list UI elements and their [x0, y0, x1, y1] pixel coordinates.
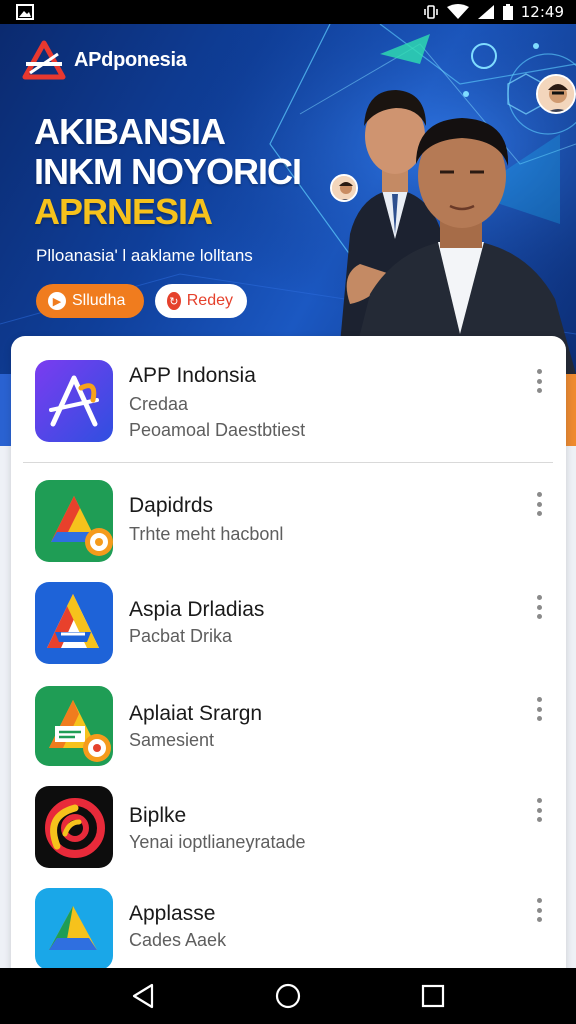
app-subtitle: Samesient [129, 730, 215, 750]
app-title: Dapidrds [129, 494, 214, 517]
home-icon[interactable] [268, 976, 308, 1016]
app-title: Applasse [129, 902, 216, 925]
refresh-icon: ↻ [167, 292, 181, 310]
app-list-item[interactable]: Aspia Drladias Pacbat Drika [11, 582, 566, 682]
headline-line-1: AKIBANSIA [34, 111, 226, 152]
hero-banner[interactable]: APdponesia AKIBANSIA INKM NOYORICI APRNE… [0, 24, 576, 374]
app-subtitle: Pacbat Drika [129, 626, 233, 646]
brand-name: APdponesia [74, 48, 187, 71]
aspia-icon [35, 582, 113, 664]
hero-headline: AKIBANSIA INKM NOYORICI APRNESIA [34, 111, 302, 232]
app-title: Aplaiat Srargn [129, 702, 263, 725]
screen: 12:49 APdponesia AKIBANSIA INKM NOYORICI… [0, 0, 576, 1024]
hero-secondary-button[interactable]: ↻ Redey [155, 284, 247, 318]
brand-logo: APdponesia [22, 40, 187, 80]
more-options-icon[interactable] [531, 695, 547, 723]
aplaiat-icon [35, 686, 113, 768]
hero-person-front [350, 118, 576, 374]
app-subtitle: Trhte meht hacbonl [129, 524, 284, 544]
hero-primary-button-label: Slludha [72, 292, 126, 309]
app-list-item[interactable]: Aplaiat Srargn Samesient [11, 686, 566, 786]
app-subtitle: Cades Aaek [129, 930, 227, 950]
status-bar: 12:49 [0, 0, 576, 24]
app-title: Aspia Drladias [129, 598, 265, 621]
headline-line-2: INKM NOYORICI [34, 151, 302, 192]
app-title: Biplke [129, 804, 187, 827]
applasse-icon [35, 888, 113, 970]
app-title: APP Indonsia [129, 364, 256, 387]
hero-tagline: Plloanasia' l aaklame lolltans [36, 246, 253, 265]
image-icon [16, 4, 34, 20]
app-subtitle: Credaa [129, 394, 189, 414]
app-list-item[interactable]: Biplke Yenai ioptlianeyratade [11, 786, 566, 886]
navigation-bar [0, 968, 576, 1024]
more-options-icon[interactable] [531, 593, 547, 621]
app-indonesia-icon [35, 360, 113, 442]
app-list-item[interactable]: Applasse Cades Aaek [11, 888, 566, 976]
hero-avatar-small [330, 174, 358, 202]
app-list-item[interactable]: Dapidrds Trhte meht hacbonl [11, 480, 566, 580]
more-options-icon[interactable] [531, 367, 547, 395]
app-detail: Peoamoal Daestbtiest [129, 420, 306, 440]
more-options-icon[interactable] [531, 490, 547, 518]
hero-secondary-button-label: Redey [186, 292, 233, 309]
brand-logo-icon [22, 40, 66, 80]
app-subtitle: Yenai ioptlianeyratade [129, 832, 306, 852]
hero-primary-button[interactable]: ▶ Slludha [36, 284, 144, 318]
battery-icon [502, 4, 513, 20]
hero-avatar-right [536, 74, 576, 114]
app-list-card: APP Indonsia Credaa Peoamoal Daestbtiest… [11, 336, 566, 976]
more-options-icon[interactable] [531, 896, 547, 924]
app-list-item[interactable]: APP Indonsia Credaa Peoamoal Daestbtiest [11, 360, 566, 460]
recents-icon[interactable] [413, 976, 453, 1016]
play-icon: ▶ [48, 292, 66, 310]
wifi-icon [446, 4, 469, 20]
dapidrds-icon [35, 480, 113, 562]
back-icon[interactable] [123, 976, 163, 1016]
divider [23, 462, 553, 463]
more-options-icon[interactable] [531, 796, 547, 824]
headline-line-3: APRNESIA [34, 191, 213, 232]
signal-icon [477, 4, 495, 20]
status-time: 12:49 [520, 3, 564, 21]
vibrate-icon [423, 4, 439, 20]
biplke-icon [35, 786, 113, 868]
